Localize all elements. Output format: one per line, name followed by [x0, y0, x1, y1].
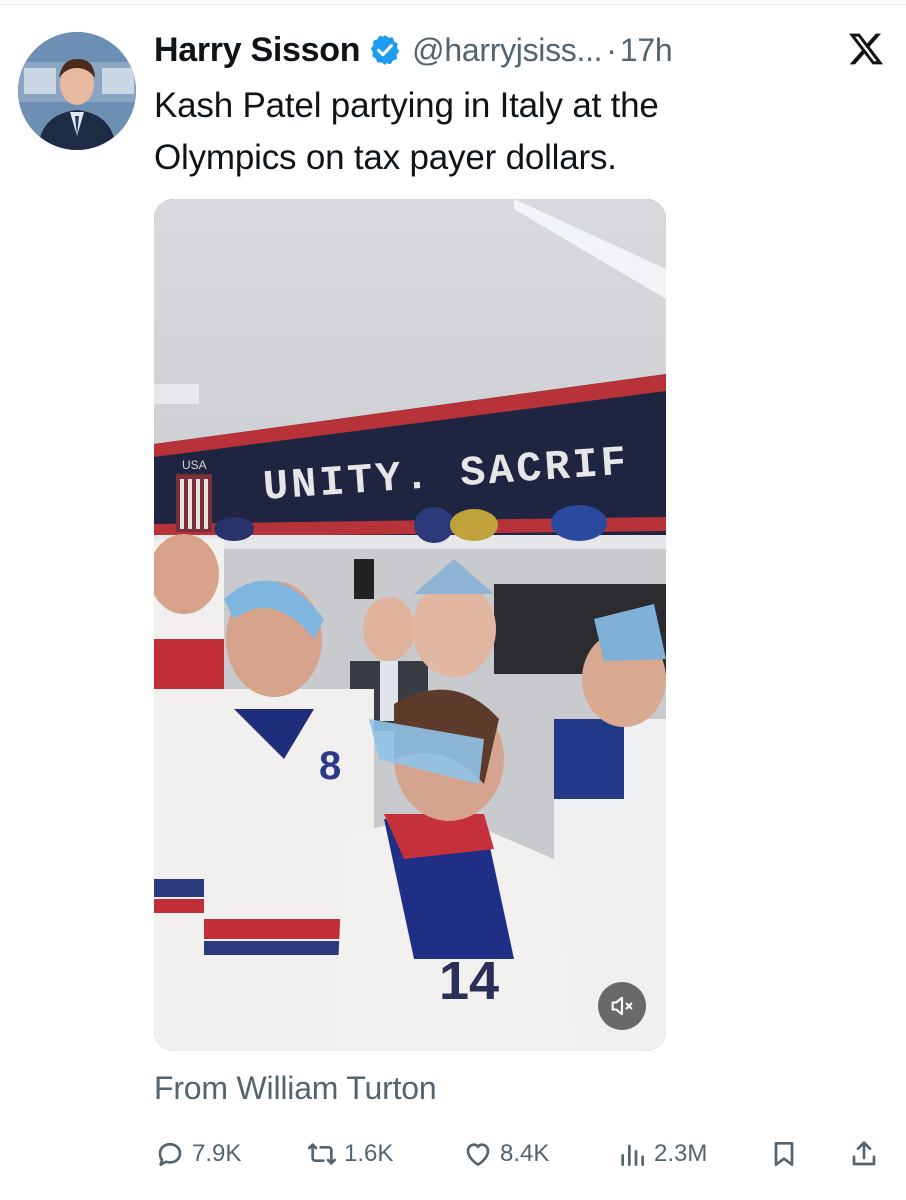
- jersey-number-left: 8: [319, 744, 341, 788]
- tweet-text: Kash Patel partying in Italy at the Olym…: [154, 80, 794, 184]
- like-button[interactable]: 8.4K: [462, 1132, 549, 1176]
- tweet-action-bar: 7.9K 1.6K 8.4K 2.3M: [154, 1132, 894, 1176]
- video-frame: USA UNITY. SACRIF 8 14: [154, 199, 666, 1051]
- heart-icon: [466, 1143, 490, 1166]
- video-media[interactable]: USA UNITY. SACRIF 8 14: [154, 199, 666, 1051]
- mute-button[interactable]: [598, 982, 646, 1030]
- repost-count: 1.6K: [344, 1140, 394, 1167]
- reply-bubble-icon: [158, 1142, 182, 1166]
- share-button[interactable]: [848, 1132, 880, 1176]
- author-avatar[interactable]: [18, 32, 136, 150]
- video-source-attribution[interactable]: From William Turton: [154, 1070, 437, 1107]
- reply-button[interactable]: 7.9K: [154, 1132, 241, 1176]
- top-divider: [0, 4, 906, 5]
- tweet-text-line-2: Olympics on tax payer dollars.: [154, 138, 617, 177]
- header-separator: ·: [606, 31, 617, 68]
- author-name[interactable]: Harry Sisson: [154, 31, 360, 70]
- like-count: 8.4K: [500, 1140, 550, 1167]
- tweet-header: Harry Sisson @harryjsiss... · 17h: [154, 28, 673, 72]
- jersey-number-front: 14: [439, 951, 499, 1011]
- views-bars-icon: [621, 1144, 644, 1166]
- view-count: 2.3M: [654, 1140, 708, 1167]
- tweet-timestamp[interactable]: 17h: [620, 32, 673, 69]
- muted-speaker-icon: [611, 996, 633, 1016]
- views-button[interactable]: 2.3M: [616, 1132, 707, 1176]
- reply-count: 7.9K: [192, 1140, 242, 1167]
- repost-button[interactable]: 1.6K: [306, 1132, 393, 1176]
- bookmark-icon: [774, 1142, 794, 1166]
- bookmark-button[interactable]: [768, 1132, 800, 1176]
- share-icon: [852, 1141, 876, 1166]
- repost-icon: [308, 1143, 336, 1165]
- x-logo-icon: [847, 30, 885, 68]
- banner-small-label: USA: [182, 458, 207, 472]
- verified-badge-icon: [368, 33, 402, 67]
- author-handle[interactable]: @harryjsiss...: [412, 32, 602, 69]
- tweet-text-line-1: Kash Patel partying in Italy at the: [154, 86, 659, 125]
